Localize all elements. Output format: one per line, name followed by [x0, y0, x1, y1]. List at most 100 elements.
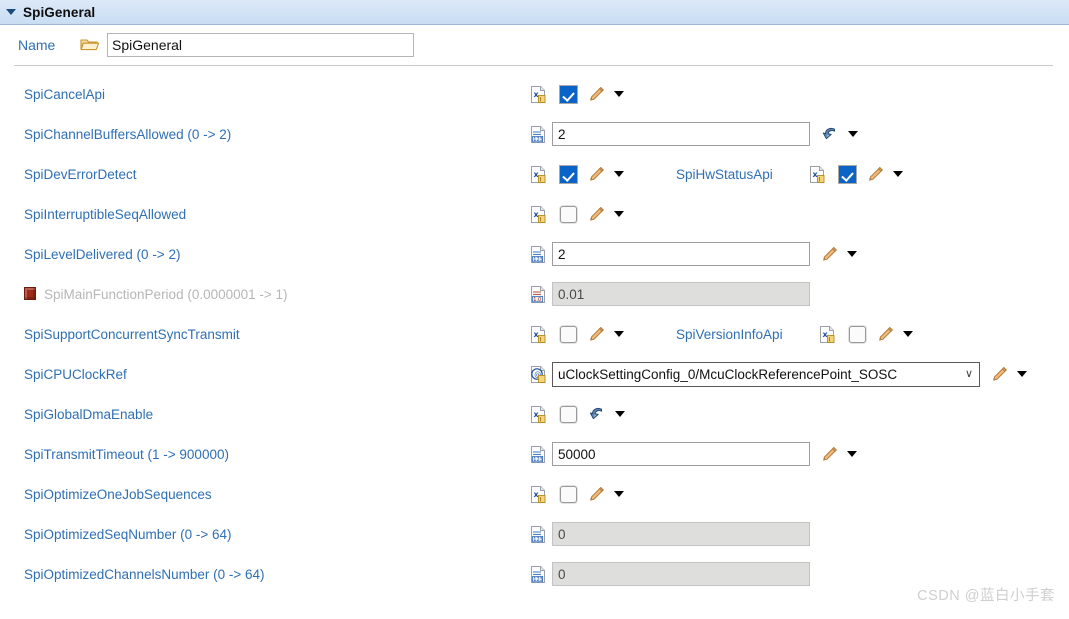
property-label-text: SpiDevErrorDetect [24, 166, 137, 182]
control-group: 1.0 [530, 282, 810, 306]
property-label[interactable]: SpiOptimizedChannelsNumber (0 -> 64) [0, 567, 530, 582]
chevron-down-icon[interactable] [6, 9, 16, 15]
x-document-icon: xI [819, 325, 835, 343]
property-label[interactable]: SpiDevErrorDetect [0, 167, 530, 182]
secondary-control-group: SpiHwStatusApi x I [676, 165, 903, 183]
property-label[interactable]: SpiHwStatusApi [676, 167, 773, 182]
control-group: 123 [530, 242, 857, 266]
property-label-text: SpiOptimizedChannelsNumber (0 -> 64) [24, 566, 265, 582]
value-input [552, 562, 810, 586]
property-row: SpiCPUClockRef @ uClockSettingConfig_0/Mcu… [0, 354, 1069, 394]
property-label[interactable]: SpiChannelBuffersAllowed (0 -> 2) [0, 127, 530, 142]
dropdown-caret-icon[interactable] [848, 131, 858, 137]
combo-box[interactable]: uClockSettingConfig_0/McuClockReferenceP… [552, 361, 980, 387]
svg-text:123: 123 [533, 537, 543, 543]
page-title: SpiGeneral [23, 4, 96, 20]
checkbox[interactable] [560, 325, 577, 343]
number-document-icon: 123 [530, 445, 546, 463]
value-input[interactable] [552, 242, 810, 266]
control-group: xI [530, 325, 624, 343]
control-group: xI [530, 205, 624, 223]
pencil-icon [588, 206, 605, 223]
x-document-icon: xI [809, 165, 825, 183]
number-document-icon: 123 [530, 525, 546, 543]
dropdown-caret-icon[interactable] [614, 91, 624, 97]
checkbox[interactable] [560, 205, 577, 223]
swirl-arrow-icon [821, 126, 839, 143]
property-row: SpiGlobalDmaEnable x I [0, 394, 1069, 434]
checkbox[interactable] [560, 85, 577, 103]
property-rows: SpiCancelApi x I SpiChannelBuffersAllowed (… [0, 66, 1069, 594]
dropdown-caret-icon[interactable] [615, 411, 625, 417]
dropdown-caret-icon[interactable] [847, 251, 857, 257]
property-label-text: SpiTransmitTimeout (1 -> 900000) [24, 446, 229, 462]
property-label-text: SpiMainFunctionPeriod (0.0000001 -> 1) [44, 286, 288, 302]
svg-text:123: 123 [533, 577, 543, 583]
control-group: @ uClockSettingConfig_0/McuClockReference… [530, 361, 1027, 387]
x-document-icon: xI [530, 85, 546, 103]
control-group: xI [530, 165, 624, 183]
at-document-icon: @ [530, 365, 546, 383]
svg-text:1.0: 1.0 [533, 297, 541, 303]
section-header[interactable]: SpiGeneral [0, 0, 1069, 25]
watermark: CSDN @蓝白小手套 [917, 588, 1055, 604]
svg-text:I: I [828, 336, 830, 343]
control-group: 123 [530, 122, 858, 146]
property-label-text: SpiCancelApi [24, 86, 106, 102]
svg-text:I: I [540, 496, 542, 503]
dropdown-caret-icon[interactable] [847, 451, 857, 457]
control-group: 123 [530, 522, 810, 546]
property-label[interactable]: SpiCPUClockRef [0, 367, 530, 382]
chevron-down-icon[interactable]: ∨ [959, 368, 979, 380]
svg-text:I: I [818, 176, 820, 183]
pencil-icon [821, 446, 838, 463]
checkbox[interactable] [560, 165, 577, 183]
float-document-icon: 1.0 [530, 285, 546, 303]
x-document-icon: xI [530, 165, 546, 183]
dropdown-caret-icon[interactable] [1017, 371, 1027, 377]
name-input[interactable] [107, 33, 414, 57]
property-label[interactable]: SpiMainFunctionPeriod (0.0000001 -> 1) [0, 286, 530, 302]
property-label[interactable]: SpiCancelApi [0, 87, 530, 102]
property-row: SpiDevErrorDetect x I SpiHwStatusApi x I [0, 154, 1069, 194]
property-label-text: SpiChannelBuffersAllowed (0 -> 2) [24, 126, 232, 142]
checkbox[interactable] [560, 405, 577, 423]
property-label[interactable]: SpiOptimizedSeqNumber (0 -> 64) [0, 527, 530, 542]
control-group: xI [530, 405, 625, 423]
dropdown-caret-icon[interactable] [614, 491, 624, 497]
pencil-icon [867, 166, 884, 183]
checkbox[interactable] [838, 165, 856, 183]
value-input[interactable] [552, 122, 810, 146]
dropdown-caret-icon[interactable] [614, 211, 624, 217]
property-label-text: SpiOptimizeOneJobSequences [24, 486, 212, 502]
control-group: 123 [530, 562, 810, 586]
property-label[interactable]: SpiVersionInfoApi [676, 327, 783, 342]
dropdown-caret-icon[interactable] [902, 331, 913, 337]
property-label[interactable]: SpiInterruptibleSeqAllowed [0, 207, 530, 222]
property-label[interactable]: SpiSupportConcurrentSyncTransmit [0, 327, 530, 342]
swirl-arrow-icon [588, 406, 606, 423]
property-label[interactable]: SpiGlobalDmaEnable [0, 407, 530, 422]
svg-text:123: 123 [533, 257, 543, 263]
property-label[interactable]: SpiTransmitTimeout (1 -> 900000) [0, 447, 530, 462]
pencil-icon [588, 326, 605, 343]
property-row: SpiOptimizedSeqNumber (0 -> 64) 123 [0, 514, 1069, 554]
checkbox[interactable] [560, 485, 577, 503]
secondary-control-group: SpiVersionInfoApi x I [676, 325, 913, 343]
number-document-icon: 123 [530, 565, 546, 583]
property-row: SpiInterruptibleSeqAllowed x I [0, 194, 1069, 234]
svg-text:I: I [540, 216, 542, 223]
property-label[interactable]: SpiOptimizeOneJobSequences [0, 487, 530, 502]
value-input [552, 522, 810, 546]
property-label[interactable]: SpiLevelDelivered (0 -> 2) [0, 247, 530, 262]
svg-text:123: 123 [533, 137, 543, 143]
property-row: SpiLevelDelivered (0 -> 2) 123 [0, 234, 1069, 274]
checkbox[interactable] [848, 325, 866, 343]
property-row: SpiTransmitTimeout (1 -> 900000) 123 [0, 434, 1069, 474]
dropdown-caret-icon[interactable] [892, 171, 903, 177]
property-label-text: SpiGlobalDmaEnable [24, 406, 154, 422]
dropdown-caret-icon[interactable] [614, 331, 624, 337]
dropdown-caret-icon[interactable] [614, 171, 624, 177]
pencil-icon [877, 326, 894, 343]
value-input[interactable] [552, 442, 810, 466]
